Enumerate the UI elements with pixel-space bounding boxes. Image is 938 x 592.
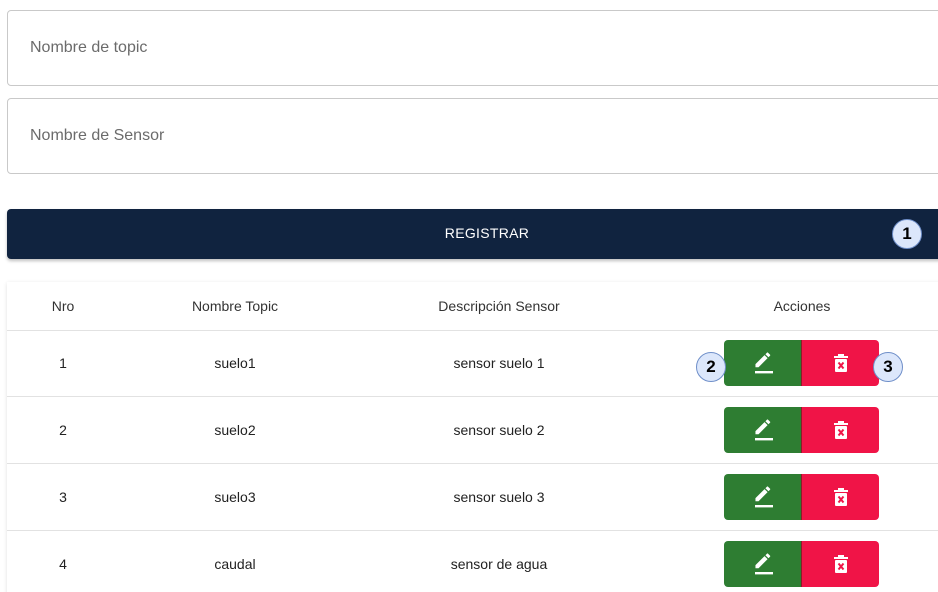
cell-description: sensor suelo 2	[453, 422, 545, 438]
cell-topic: suelo2	[214, 422, 256, 438]
cell-topic: suelo1	[214, 355, 256, 371]
cell-description: sensor suelo 3	[453, 489, 545, 505]
register-button-label: REGISTRAR	[444, 225, 530, 241]
edit-button[interactable]	[724, 407, 801, 453]
edit-button[interactable]	[724, 541, 801, 587]
cell-topic: suelo3	[214, 489, 256, 505]
header-nro: Nro	[51, 298, 75, 314]
delete-button[interactable]	[801, 541, 879, 587]
header-description: Descripción Sensor	[438, 298, 560, 314]
sensor-name-field[interactable]	[7, 98, 938, 174]
page: REGISTRAR 1 Nro Nombre Topic Descripción…	[0, 0, 938, 592]
annotation-badge-2: 2	[696, 352, 726, 382]
row-actions	[724, 340, 879, 386]
cell-nro: 1	[59, 355, 67, 371]
annotation-badge-1: 1	[892, 219, 922, 249]
table-row: 3 suelo3 sensor suelo 3	[7, 464, 938, 531]
sensor-name-input[interactable]	[30, 99, 910, 173]
cell-nro: 3	[59, 489, 67, 505]
delete-button[interactable]	[801, 340, 879, 386]
cell-nro: 4	[59, 556, 67, 572]
table-row: 2 suelo2 sensor suelo 2	[7, 397, 938, 464]
cell-description: sensor de agua	[450, 556, 548, 572]
register-button[interactable]: REGISTRAR	[7, 209, 938, 259]
row-actions	[724, 474, 879, 520]
table-row: 4 caudal sensor de agua	[7, 531, 938, 592]
cell-description: sensor suelo 1	[453, 355, 545, 371]
sensor-table: Nro Nombre Topic Descripción Sensor Acci…	[7, 282, 938, 592]
table-row: 1 suelo1 sensor suelo 1	[7, 330, 938, 397]
cell-topic: caudal	[214, 556, 256, 572]
topic-name-input[interactable]	[30, 11, 910, 85]
delete-button[interactable]	[801, 474, 879, 520]
header-topic: Nombre Topic	[191, 298, 279, 314]
edit-button[interactable]	[724, 474, 801, 520]
cell-nro: 2	[59, 422, 67, 438]
row-actions	[724, 541, 879, 587]
row-actions	[724, 407, 879, 453]
annotation-badge-3: 3	[873, 352, 903, 382]
topic-name-field[interactable]	[7, 10, 938, 86]
edit-button[interactable]	[724, 340, 801, 386]
delete-button[interactable]	[801, 407, 879, 453]
table-header-row: Nro Nombre Topic Descripción Sensor Acci…	[7, 282, 938, 331]
header-actions: Acciones	[773, 298, 831, 314]
